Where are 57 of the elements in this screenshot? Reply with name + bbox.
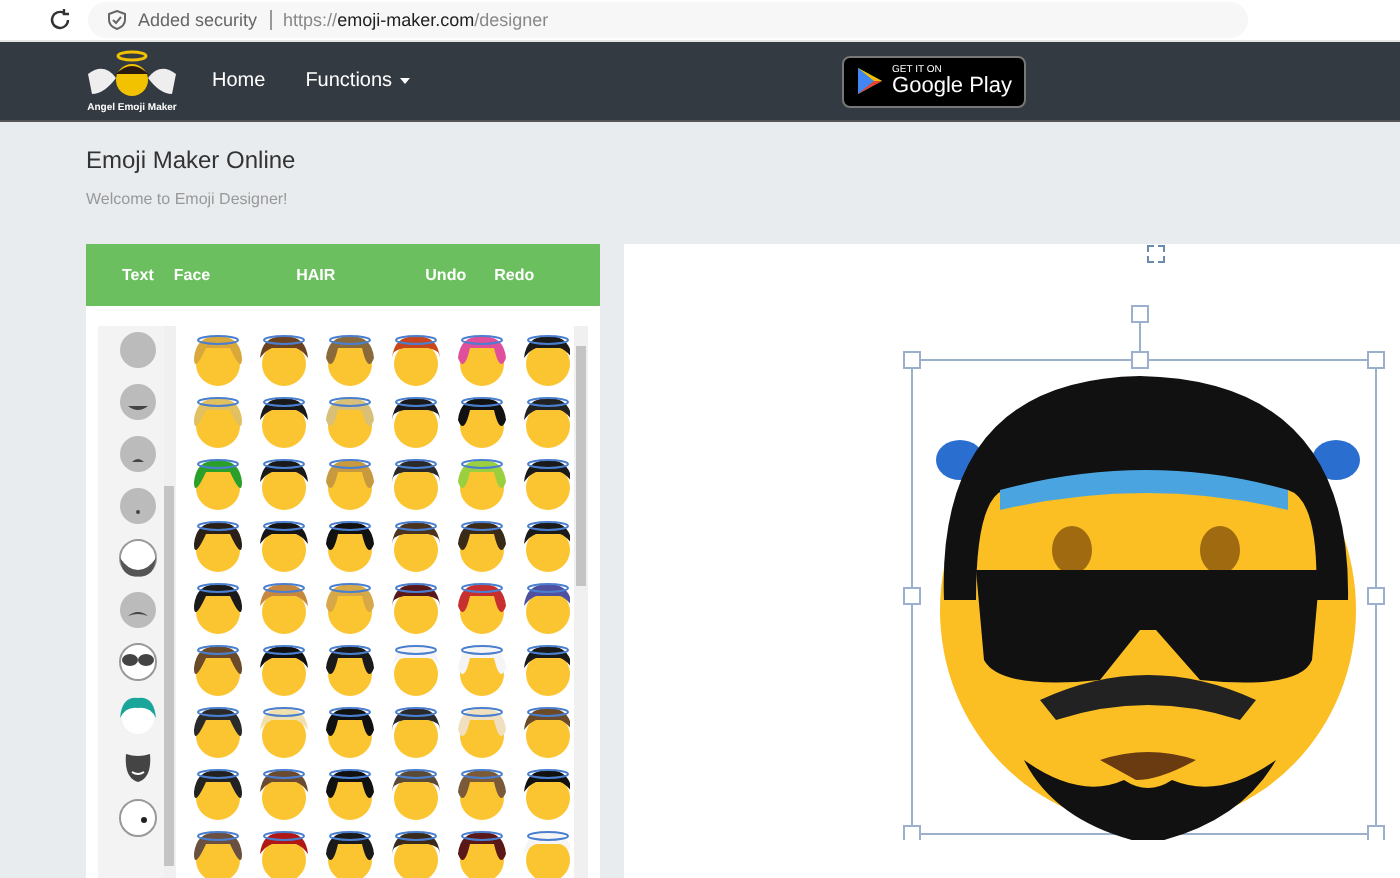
category-icon[interactable]: [117, 642, 157, 682]
hair-option-icon[interactable]: [254, 454, 314, 512]
hair-option-icon[interactable]: [320, 516, 380, 574]
caret-icon: [400, 78, 411, 84]
hair-option-icon[interactable]: [518, 702, 571, 760]
shield-icon: [108, 10, 126, 30]
hair-option-icon[interactable]: [188, 764, 248, 822]
hair-option-icon[interactable]: [320, 702, 380, 760]
nav-link[interactable]: Home: [204, 70, 274, 92]
hair-option-icon[interactable]: [254, 516, 314, 574]
hair-option-icon[interactable]: [386, 516, 446, 574]
hair-option-icon[interactable]: [386, 578, 446, 636]
hair-option-icon[interactable]: [452, 764, 512, 822]
hair-option-icon[interactable]: [518, 640, 571, 698]
hair-option-icon[interactable]: [386, 454, 446, 512]
category-icon[interactable]: [117, 538, 157, 578]
hair-option-icon[interactable]: [254, 392, 314, 450]
category-icon[interactable]: [117, 382, 157, 422]
reload-icon[interactable]: [48, 8, 72, 32]
fullscreen-icon[interactable]: [1146, 244, 1166, 264]
hair-option-icon[interactable]: [254, 640, 314, 698]
hair-option-icon[interactable]: [320, 764, 380, 822]
hair-option-icon[interactable]: [518, 764, 571, 822]
play-icon: [856, 66, 885, 96]
hair-option-icon[interactable]: [188, 640, 248, 698]
address-bar[interactable]: Added security https://emoji-maker.com/designer: [88, 2, 1248, 38]
hair-option-icon[interactable]: [254, 330, 314, 388]
hair-option-icon[interactable]: [320, 826, 380, 878]
hair-option-icon[interactable]: [188, 578, 248, 636]
scrollbar-thumb[interactable]: [576, 346, 587, 586]
hair-option-icon[interactable]: [254, 764, 314, 822]
badge-title: Google Play: [892, 75, 1012, 97]
scrollbar-thumb[interactable]: [164, 486, 174, 866]
hair-option-icon[interactable]: [518, 578, 571, 636]
hair-option-icon[interactable]: [188, 826, 248, 878]
security-label: Added security: [138, 10, 258, 30]
hair-option-icon[interactable]: [518, 454, 571, 512]
hair-option-icon[interactable]: [254, 826, 314, 878]
hair-option-icon[interactable]: [518, 516, 571, 574]
hair-option-icon[interactable]: [320, 640, 380, 698]
page-title: Emoji Maker Online: [86, 146, 298, 174]
hair-option-icon[interactable]: [386, 702, 446, 760]
hair-option-icon[interactable]: [452, 392, 512, 450]
page-subtitle: Welcome to Emoji Designer!: [86, 190, 290, 208]
hair-option-icon[interactable]: [386, 392, 446, 450]
functions-menu[interactable]: Functions: [297, 70, 419, 92]
hair-option-icon[interactable]: [386, 764, 446, 822]
url-text: https://emoji-maker.com/designer: [283, 10, 549, 30]
hair-option-icon[interactable]: [452, 826, 512, 878]
hair-option-icon[interactable]: [386, 826, 446, 878]
emoji-drawing[interactable]: [936, 376, 1360, 840]
hair-option-icon[interactable]: [188, 516, 248, 574]
hair-option-icon[interactable]: [188, 702, 248, 760]
hair-option-icon[interactable]: [518, 330, 571, 388]
hair-option-icon[interactable]: [452, 516, 512, 574]
selection-frame[interactable]: [903, 305, 1385, 840]
hair-option-icon[interactable]: [518, 392, 571, 450]
